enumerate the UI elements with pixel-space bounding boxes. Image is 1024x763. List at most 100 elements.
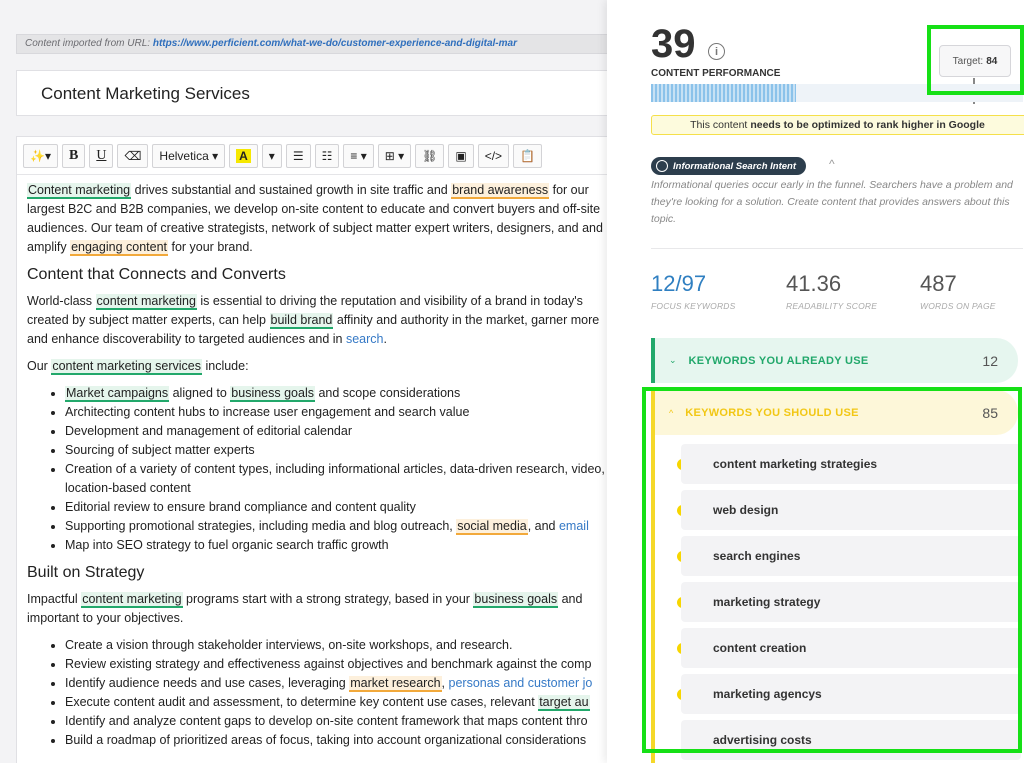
text: Execute content audit and assessment, to… bbox=[65, 695, 539, 709]
list-item: Map into SEO strategy to fuel organic se… bbox=[65, 536, 605, 555]
list-item: Architecting content hubs to increase us… bbox=[65, 403, 605, 422]
document-title[interactable]: Content Marketing Services bbox=[16, 70, 608, 116]
bullet-list-button[interactable]: ☰ bbox=[285, 143, 311, 168]
focus-keywords-label: FOCUS KEYWORDS bbox=[651, 301, 736, 311]
list-item: Sourcing of subject matter experts bbox=[65, 441, 605, 460]
focus-keywords-total: /97 bbox=[675, 271, 707, 296]
font-family-select[interactable]: Helvetica ▾ bbox=[152, 143, 226, 168]
text: Our bbox=[27, 359, 52, 373]
editor-toolbar: ✨▾ B U ⌫ Helvetica ▾ A ▾ ☰ ☷ ≡ ▾ ⊞ ▾ ⛓ ▣… bbox=[17, 137, 608, 175]
text: drives substantial and sustained growth … bbox=[131, 183, 452, 197]
collapse-caret-icon[interactable]: ^ bbox=[829, 157, 835, 171]
editor-content[interactable]: Content marketing drives substantial and… bbox=[17, 175, 608, 763]
image-button[interactable]: ▣ bbox=[448, 143, 474, 168]
search-intent-description: Informational queries occur early in the… bbox=[651, 179, 1013, 225]
readability-stat: 41.36 READABILITY SCORE bbox=[786, 271, 877, 311]
app-root: Content imported from URL: https://www.p… bbox=[0, 0, 1024, 763]
magic-wand-button[interactable]: ✨▾ bbox=[23, 143, 58, 168]
underline-button[interactable]: U bbox=[89, 143, 114, 168]
globe-icon bbox=[656, 160, 668, 172]
text: and scope considerations bbox=[315, 386, 461, 400]
code-button[interactable]: </> bbox=[477, 143, 510, 168]
text: programs start with a strong strategy, b… bbox=[182, 592, 474, 606]
focus-keywords-stat: 12/97 FOCUS KEYWORDS bbox=[651, 271, 736, 311]
list-item: Supporting promotional strategies, inclu… bbox=[65, 517, 605, 536]
focus-keywords-used: 12 bbox=[651, 271, 676, 296]
editor-pane: Content imported from URL: https://www.p… bbox=[0, 0, 608, 763]
keyword-highlight: Content marketing bbox=[27, 183, 132, 199]
section-title: KEYWORDS YOU ALREADY USE bbox=[688, 354, 869, 367]
rich-text-editor[interactable]: ✨▾ B U ⌫ Helvetica ▾ A ▾ ☰ ☷ ≡ ▾ ⊞ ▾ ⛓ ▣… bbox=[16, 136, 608, 763]
list-item: Development and management of editorial … bbox=[65, 422, 605, 441]
keyword-highlight: engaging content bbox=[70, 240, 168, 256]
heading: Content that Connects and Converts bbox=[27, 266, 286, 283]
source-label: Content imported from URL: bbox=[25, 38, 151, 49]
paragraph: World-class content marketing is essenti… bbox=[27, 292, 605, 349]
divider bbox=[651, 248, 1023, 249]
paragraph: Impactful content marketing programs sta… bbox=[27, 590, 605, 628]
word-count-stat: 487 WORDS ON PAGE bbox=[920, 271, 996, 311]
keyword-highlight: business goals bbox=[230, 386, 315, 402]
highlight-color-button[interactable]: A bbox=[229, 143, 258, 168]
highlight-icon: A bbox=[236, 148, 251, 163]
list-item: Identify and analyze content gaps to dev… bbox=[65, 712, 605, 731]
heading: Built on Strategy bbox=[27, 564, 145, 581]
word-count-label: WORDS ON PAGE bbox=[920, 301, 996, 311]
link-button[interactable]: ⛓ bbox=[415, 143, 445, 168]
keywords-highlight-box bbox=[642, 387, 1022, 753]
inline-link[interactable]: personas and customer jo bbox=[449, 676, 593, 690]
keyword-highlight: build brand bbox=[269, 313, 334, 329]
highlight-dropdown-button[interactable]: ▾ bbox=[261, 143, 282, 168]
text: . bbox=[383, 332, 387, 346]
source-url-bar: Content imported from URL: https://www.p… bbox=[16, 34, 608, 54]
text: for your brand. bbox=[168, 240, 253, 254]
info-icon[interactable]: i bbox=[708, 43, 725, 60]
keyword-highlight: brand awareness bbox=[451, 183, 550, 199]
content-performance-label: CONTENT PERFORMANCE bbox=[651, 68, 781, 79]
alert-message: needs to be optimized to rank higher in … bbox=[750, 119, 985, 131]
keyword-highlight: Market campaigns bbox=[65, 386, 170, 402]
paragraph: Our content marketing services include: bbox=[27, 357, 605, 376]
table-button[interactable]: ⊞ ▾ bbox=[377, 143, 412, 168]
optimization-panel: 39 i CONTENT PERFORMANCE Target: 84 This… bbox=[607, 0, 1024, 763]
keyword-highlight: market research bbox=[349, 676, 442, 692]
word-count-value: 487 bbox=[920, 271, 957, 296]
text: World-class bbox=[27, 294, 96, 308]
list-item: Editorial review to ensure brand complia… bbox=[65, 498, 605, 517]
inline-link[interactable]: email bbox=[559, 519, 589, 533]
text: , and bbox=[527, 519, 559, 533]
text: Impactful bbox=[27, 592, 82, 606]
readability-label: READABILITY SCORE bbox=[786, 301, 878, 311]
text: aligned to bbox=[169, 386, 231, 400]
keywords-already-used-section[interactable]: ⌄ KEYWORDS YOU ALREADY USE 12 bbox=[651, 338, 1018, 383]
list-item: Create a vision through stakeholder inte… bbox=[65, 636, 605, 655]
bullet-list: Market campaigns aligned to business goa… bbox=[65, 384, 605, 555]
keyword-highlight: target au bbox=[538, 695, 590, 711]
search-intent-label: Informational Search Intent bbox=[673, 160, 796, 172]
list-item: Review existing strategy and effectivene… bbox=[65, 655, 605, 674]
list-item: Market campaigns aligned to business goa… bbox=[65, 384, 605, 403]
content-score: 39 bbox=[651, 22, 696, 66]
numbered-list-button[interactable]: ☷ bbox=[314, 143, 340, 168]
align-button[interactable]: ≡ ▾ bbox=[343, 143, 374, 168]
clipboard-button[interactable]: 📋 bbox=[513, 143, 543, 168]
text: Identify audience needs and use cases, l… bbox=[65, 676, 350, 690]
keyword-highlight: content marketing services bbox=[51, 359, 202, 375]
clear-format-button[interactable]: ⌫ bbox=[117, 143, 149, 168]
inline-link[interactable]: search bbox=[346, 332, 384, 346]
list-item: Identify audience needs and use cases, l… bbox=[65, 674, 605, 693]
search-intent-badge[interactable]: Informational Search Intent bbox=[651, 157, 806, 175]
chevron-down-icon: ⌄ bbox=[669, 355, 677, 365]
list-item: Execute content audit and assessment, to… bbox=[65, 693, 605, 712]
source-url-link[interactable]: https://www.perficient.com/what-we-do/cu… bbox=[153, 38, 517, 49]
list-item: Creation of a variety of content types, … bbox=[65, 460, 605, 498]
paragraph: Content marketing drives substantial and… bbox=[27, 181, 605, 257]
bold-button[interactable]: B bbox=[61, 143, 86, 168]
text: include: bbox=[202, 359, 249, 373]
text: , bbox=[441, 676, 449, 690]
score-progress-fill bbox=[651, 84, 797, 102]
alert-prefix: This content bbox=[690, 119, 748, 131]
keyword-highlight: content marketing bbox=[81, 592, 183, 608]
section-count: 12 bbox=[982, 352, 998, 369]
keyword-highlight: content marketing bbox=[95, 294, 197, 310]
